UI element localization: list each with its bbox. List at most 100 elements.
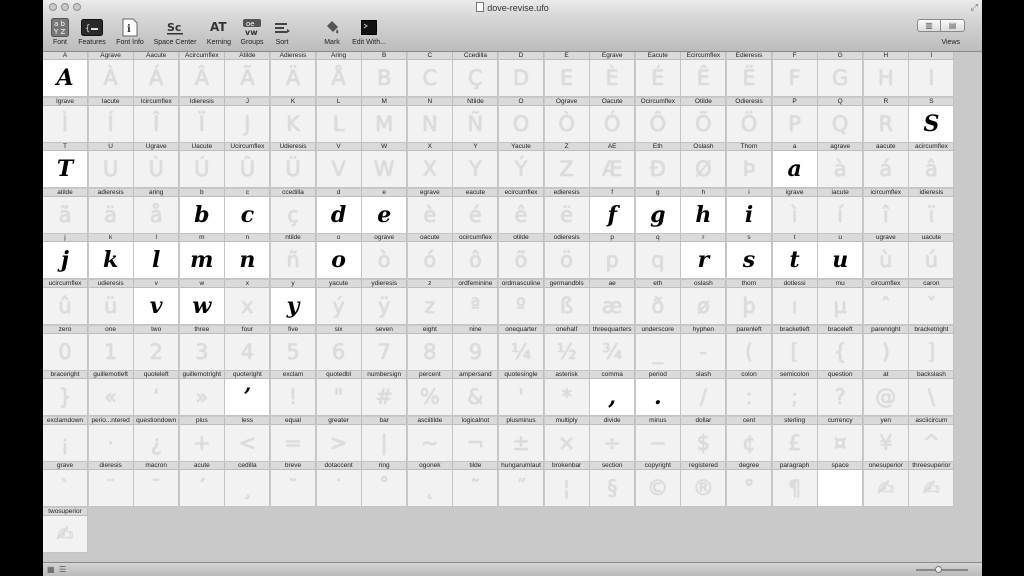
glyph-cell[interactable]: quoteleft ‘ [134,371,180,417]
glyph-cell[interactable]: Ccedilla Ç [453,52,499,97]
toolbar-mark-button[interactable]: Mark [319,18,345,46]
glyph-cell[interactable]: agrave à [818,143,864,189]
glyph-cell[interactable]: multiply × [544,416,590,462]
glyph-cell[interactable]: asciicircum ^ [909,416,955,462]
glyph-cell[interactable]: XX [407,143,453,189]
glyph-cell[interactable]: PP [772,97,818,143]
glyph-cell[interactable]: ccedilla ç [271,188,316,234]
glyph-cell[interactable]: GG [818,52,864,97]
glyph-cell[interactable]: ZZ [544,143,590,189]
glyph-cell[interactable]: igrave ì [772,188,818,234]
glyph-cell[interactable]: Udieresis Ü [271,143,316,189]
glyph-cell[interactable]: RR [863,97,909,143]
glyph-cell[interactable]: breve ˘ [271,462,316,508]
glyph-cell[interactable]: OO [499,97,544,143]
glyph-cell[interactable]: Edieresis Ë [727,52,772,97]
slider-knob[interactable] [935,566,942,573]
toolbar-kerning-button[interactable]: AT Kerning [203,18,235,46]
glyph-cell[interactable]: Ugrave Ù [134,143,180,189]
glyph-cell[interactable]: caron ˇ [909,280,955,325]
glyph-cell[interactable]: degree ° [727,462,772,508]
glyph-cell[interactable]: atilde ã [43,188,88,234]
glyph-cell[interactable]: Odieresis Ö [727,97,772,143]
glyph-cell[interactable]: CC [407,52,453,97]
glyph-cell[interactable]: Icircumflex Î [134,97,180,143]
glyph-cell[interactable]: HH [863,52,909,97]
glyph-cell[interactable]: logicalnot ¬ [453,416,499,462]
glyph-cell[interactable]: Igrave Ì [43,97,88,143]
glyph-cell[interactable]: hh [681,188,727,234]
glyph-cell[interactable]: Eth Ð [635,143,681,189]
glyph-cell[interactable]: hyphen - [681,325,727,371]
toolbar-groups-button[interactable]: oe vw Groups [237,18,267,46]
glyph-cell[interactable]: rr [681,234,727,280]
glyph-cell[interactable]: ugrave ù [863,234,909,280]
glyph-cell[interactable]: Eacute É [635,52,681,97]
glyph-cell[interactable]: Acircumflex Â [179,52,225,97]
glyph-cell[interactable]: ordmasculine º [499,280,544,325]
glyph-cell[interactable]: ring ˚ [362,462,408,508]
glyph-cell[interactable]: bb [179,188,225,234]
glyph-cell[interactable]: yacute ý [316,280,362,325]
glyph-cell[interactable]: Agrave À [88,52,134,97]
glyph-cell[interactable]: EE [544,52,590,97]
glyph-cell[interactable]: eth ð [635,280,681,325]
glyph-cell[interactable]: uu [818,234,864,280]
glyph-cell[interactable]: cedilla ¸ [225,462,271,508]
glyph-cell[interactable]: AA [43,52,88,97]
glyph-cell[interactable]: backslash \ [909,371,955,417]
glyph-cell[interactable]: dotaccent ˙ [316,462,362,508]
toolbar-features-button[interactable]: { Features [75,18,109,46]
glyph-cell[interactable]: seven 7 [362,325,408,371]
glyph-cell[interactable]: Yacute Ý [499,143,544,189]
glyph-cell[interactable]: AE Æ [590,143,636,189]
glyph-cell[interactable]: six 6 [316,325,362,371]
glyph-cell[interactable]: three 3 [179,325,225,371]
glyph-cell[interactable]: WW [362,143,408,189]
glyph-cell[interactable]: uacute ú [909,234,955,280]
glyph-cell[interactable]: slash / [681,371,727,417]
glyph-cell[interactable]: Idieresis Ï [179,97,225,143]
glyph-cell[interactable]: period. [635,371,681,417]
glyph-cell[interactable]: questiondown ¿ [134,416,180,462]
glyph-cell[interactable]: twosuperior ✍ [43,508,88,553]
glyph-cell[interactable]: onesuperior ✍ [863,462,909,508]
glyph-cell[interactable]: numbersign # [362,371,408,417]
glyph-cell[interactable]: zero 0 [43,325,88,371]
glyph-cell[interactable]: tt [772,234,818,280]
glyph-cell[interactable]: mm [179,234,225,280]
glyph-cell[interactable]: paragraph ¶ [772,462,818,508]
glyph-cell[interactable]: acircumflex â [909,143,955,189]
glyph-cell[interactable]: ordfeminine ª [453,280,499,325]
glyph-cell[interactable]: section § [590,462,636,508]
glyph-cell[interactable]: JJ [225,97,271,143]
glyph-cell[interactable]: TT [43,143,88,189]
glyph-cell[interactable]: UU [88,143,134,189]
glyph-cell[interactable]: sterling £ [772,416,818,462]
glyph-cell[interactable]: copyright © [635,462,681,508]
glyph-cell[interactable]: braceleft { [818,325,864,371]
glyph-cell[interactable]: hungarumlaut ˝ [499,462,544,508]
toolbar-font-button[interactable]: a bY Z Font [45,18,75,46]
glyph-cell[interactable]: asterisk * [544,371,590,417]
glyph-cell[interactable]: ograve ò [362,234,408,280]
glyph-cell[interactable]: qq [635,234,681,280]
glyph-cell[interactable]: bar | [362,416,408,462]
glyph-cell[interactable]: exclam! [271,371,316,417]
cell-size-slider[interactable] [916,566,968,573]
glyph-cell[interactable]: ll [134,234,180,280]
glyph-cell[interactable]: Atilde Ã [225,52,271,97]
glyph-cell[interactable]: kk [88,234,134,280]
glyph-cell[interactable]: yen ¥ [863,416,909,462]
glyph-cell[interactable]: vv [134,280,180,325]
glyph-cell[interactable]: quotesingle ' [499,371,544,417]
glyph-cell[interactable]: Ograve Ò [544,97,590,143]
glyph-cell[interactable]: II [909,52,955,97]
glyph-cell[interactable]: Uacute Ú [179,143,225,189]
glyph-cell[interactable]: greater > [316,416,362,462]
glyph-cell[interactable]: Ntilde Ñ [453,97,499,143]
glyph-cell[interactable]: bracketleft [ [772,325,818,371]
glyph-cell[interactable]: one 1 [88,325,134,371]
glyph-cell[interactable]: thorn þ [727,280,772,325]
glyph-cell[interactable]: grave ` [43,462,88,508]
